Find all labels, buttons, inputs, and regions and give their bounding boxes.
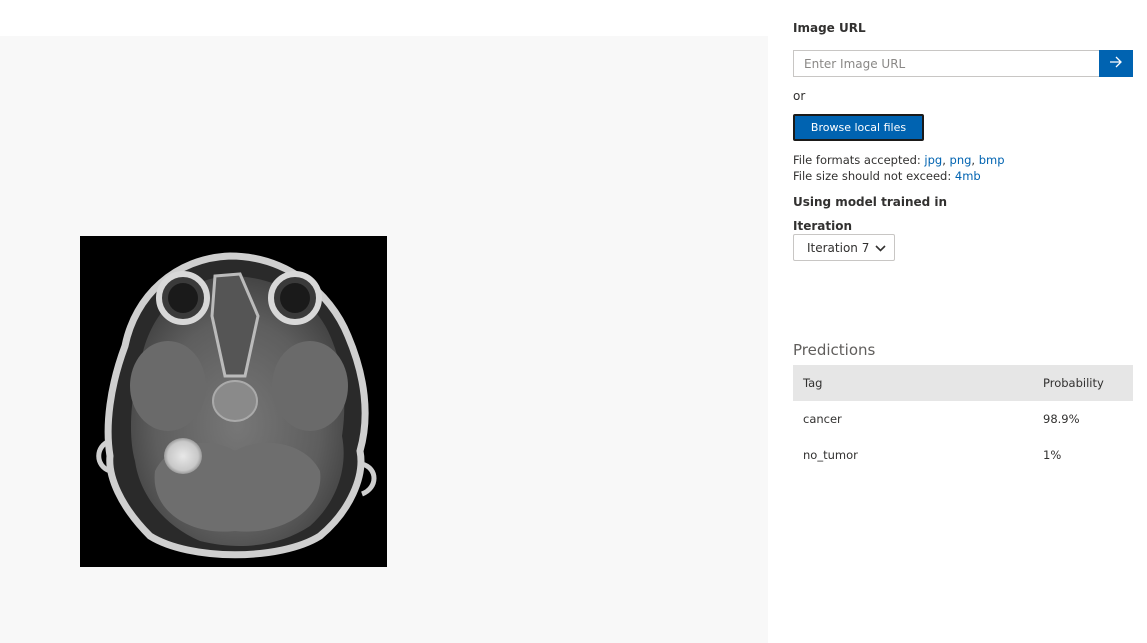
- file-size-note: File size should not exceed: 4mb: [793, 169, 981, 183]
- file-formats-prefix: File formats accepted:: [793, 153, 925, 167]
- submit-url-button[interactable]: [1099, 50, 1133, 77]
- model-heading: Using model trained in: [793, 195, 948, 209]
- iteration-label: Iteration: [793, 219, 852, 233]
- prediction-tag: cancer: [803, 412, 842, 426]
- iteration-dropdown[interactable]: Iteration 7: [793, 234, 895, 261]
- image-url-label: Image URL: [793, 21, 866, 35]
- file-size-prefix: File size should not exceed:: [793, 169, 955, 183]
- uploaded-mri-image: [80, 236, 387, 567]
- image-url-row: [793, 50, 1133, 77]
- iteration-selected-value: Iteration 7: [807, 240, 870, 255]
- or-separator: or: [793, 89, 806, 103]
- format-link-jpg[interactable]: jpg: [924, 153, 942, 167]
- prediction-tag: no_tumor: [803, 448, 858, 462]
- table-row: no_tumor 1%: [793, 437, 1133, 473]
- format-separator: ,: [942, 153, 950, 167]
- image-url-input[interactable]: [793, 50, 1099, 77]
- prediction-probability: 1%: [1043, 448, 1062, 462]
- tag-column-header: Tag: [793, 365, 1033, 401]
- format-link-png[interactable]: png: [950, 153, 972, 167]
- probability-column-header: Probability: [1033, 365, 1133, 401]
- table-row: cancer 98.9%: [793, 401, 1133, 437]
- browse-local-files-button[interactable]: Browse local files: [793, 114, 924, 141]
- chevron-down-icon: [875, 241, 886, 255]
- format-separator: ,: [971, 153, 979, 167]
- prediction-probability: 98.9%: [1043, 412, 1080, 426]
- format-link-bmp[interactable]: bmp: [979, 153, 1005, 167]
- arrow-right-icon: [1109, 56, 1123, 71]
- side-panel: Image URL or Browse local files File for…: [793, 0, 1133, 643]
- file-size-limit: 4mb: [954, 169, 981, 183]
- predictions-header-row: Tag Probability: [793, 365, 1133, 401]
- predictions-title: Predictions: [793, 341, 876, 359]
- file-formats-note: File formats accepted: jpg, png, bmp: [793, 153, 1005, 167]
- predictions-table: Tag Probability cancer 98.9% no_tumor 1%: [793, 365, 1133, 473]
